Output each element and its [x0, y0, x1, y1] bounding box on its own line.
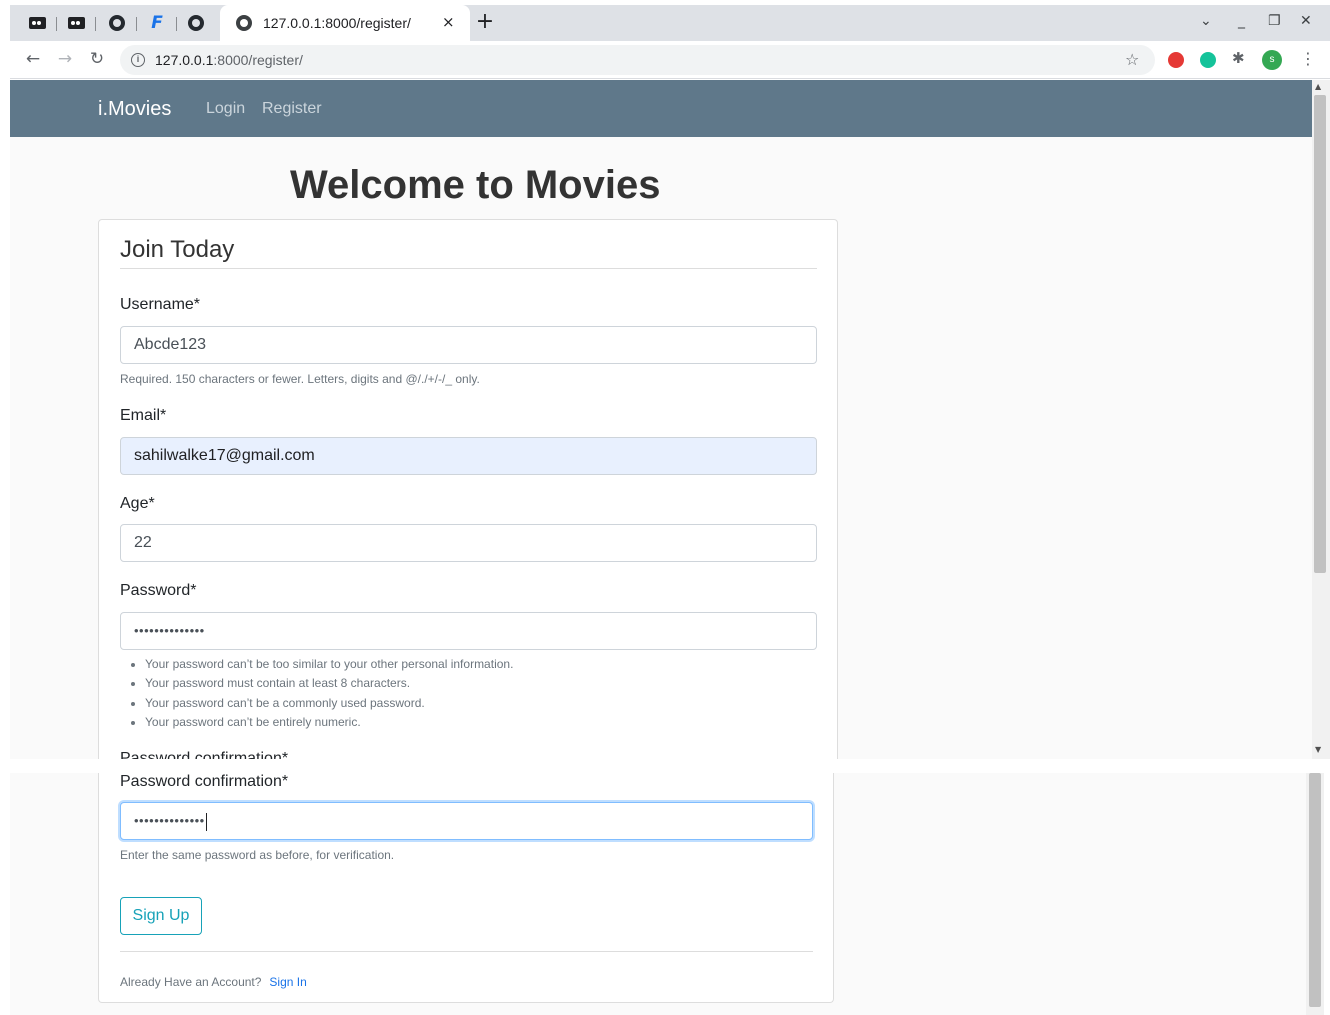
active-tab[interactable]: 127.0.0.1:8000/register/ ×: [220, 5, 470, 41]
tab-separator: [136, 17, 137, 31]
nav-register-link[interactable]: Register: [262, 100, 322, 118]
register-card-lower: Password confirmation* •••••••••••••• En…: [98, 773, 834, 1003]
already-label: Already Have an Account?: [120, 975, 262, 989]
lower-page: Password confirmation* •••••••••••••• En…: [10, 773, 1306, 1015]
email-input[interactable]: sahilwalke17@gmail.com: [120, 437, 817, 475]
page-title: Welcome to Movies: [290, 163, 661, 207]
username-help: Required. 150 characters or fewer. Lette…: [120, 372, 480, 386]
tab-close-button[interactable]: ×: [442, 13, 455, 31]
github-icon: [109, 15, 125, 31]
back-icon[interactable]: ←: [21, 47, 45, 71]
scroll-up-icon[interactable]: ▲: [1315, 82, 1321, 91]
kebab-menu-icon[interactable]: ⋮: [1300, 49, 1316, 68]
address-bar[interactable]: i 127.0.0.1:8000/register/: [120, 45, 1155, 75]
tab-search-icon[interactable]: ⌄: [1200, 13, 1212, 29]
tab-title: 127.0.0.1:8000/register/: [263, 15, 411, 31]
capture-seam: [0, 759, 1330, 773]
pinned-tab-github-2[interactable]: [183, 11, 209, 35]
avatar[interactable]: s: [1262, 50, 1282, 70]
nav-login-link[interactable]: Login: [206, 100, 245, 118]
dark-circle-icon: [67, 17, 85, 29]
already-account-text: Already Have an Account? Sign In: [120, 975, 307, 989]
restore-icon[interactable]: ❐: [1268, 13, 1281, 29]
dark-circle-icon: [28, 17, 46, 29]
minimize-icon[interactable]: _: [1238, 13, 1245, 29]
globe-icon: [236, 15, 252, 31]
password-confirmation-help: Enter the same password as before, for v…: [120, 848, 395, 862]
site-navbar: i.Movies Login Register: [10, 80, 1312, 137]
grammarly-icon[interactable]: [1200, 52, 1216, 68]
scroll-down-icon[interactable]: ▼: [1315, 745, 1321, 754]
tab-separator: [56, 17, 57, 31]
pinned-tab-f[interactable]: F: [144, 11, 170, 35]
forward-icon[interactable]: →: [53, 47, 77, 71]
password-confirmation-label: Password confirmation*: [120, 773, 289, 790]
tab-strip: F 127.0.0.1:8000/register/ × + ⌄ _ ❐ ✕: [10, 5, 1330, 41]
lower-capture: Password confirmation* •••••••••••••• En…: [0, 773, 1330, 1015]
email-label: Email*: [120, 407, 167, 424]
opera-icon[interactable]: [1168, 52, 1184, 68]
sign-in-link[interactable]: Sign In: [269, 975, 306, 989]
f-logo-icon: F: [151, 12, 163, 33]
reload-icon[interactable]: ↻: [85, 47, 109, 71]
info-icon[interactable]: i: [131, 53, 145, 67]
list-item: Your password can’t be too similar to yo…: [145, 657, 513, 676]
form-legend: Join Today: [120, 236, 235, 263]
tab-separator: [176, 17, 177, 31]
scrollbar-thumb-lower[interactable]: [1309, 773, 1321, 1007]
age-input[interactable]: 22: [120, 524, 817, 562]
password-label: Password*: [120, 582, 197, 599]
password-confirmation-input[interactable]: ••••••••••••••: [120, 802, 813, 840]
list-item: Your password can’t be entirely numeric.: [145, 715, 513, 734]
age-label: Age*: [120, 495, 155, 512]
username-input[interactable]: Abcde123: [120, 326, 817, 364]
new-tab-button[interactable]: +: [472, 9, 498, 35]
puzzle-icon[interactable]: ✱: [1232, 49, 1245, 67]
url-text: 127.0.0.1:8000/register/: [155, 52, 303, 68]
pinned-tab-2[interactable]: [63, 11, 89, 35]
close-window-icon[interactable]: ✕: [1300, 13, 1312, 29]
password-input[interactable]: ••••••••••••••: [120, 612, 817, 650]
pinned-tab-1[interactable]: [24, 11, 50, 35]
list-item: Your password can’t be a commonly used p…: [145, 696, 513, 715]
password-help-list: Your password can’t be too similar to yo…: [145, 657, 513, 734]
legend-divider: [120, 268, 817, 269]
github-icon: [188, 15, 204, 31]
text-caret: [205, 812, 207, 831]
password-confirmation-label-cut: Password confirmation*: [120, 750, 289, 759]
footer-divider: [120, 951, 813, 952]
brand-link[interactable]: i.Movies: [98, 98, 171, 121]
pinned-tab-github[interactable]: [104, 11, 130, 35]
browser-toolbar: ← → ↻ i 127.0.0.1:8000/register/ ☆ ✱ s ⋮: [10, 41, 1330, 79]
list-item: Your password must contain at least 8 ch…: [145, 676, 513, 695]
tab-separator: [95, 17, 96, 31]
username-label: Username*: [120, 296, 201, 313]
scrollbar-thumb[interactable]: [1314, 95, 1326, 573]
sign-up-button[interactable]: Sign Up: [120, 897, 202, 935]
star-icon[interactable]: ☆: [1125, 50, 1139, 69]
